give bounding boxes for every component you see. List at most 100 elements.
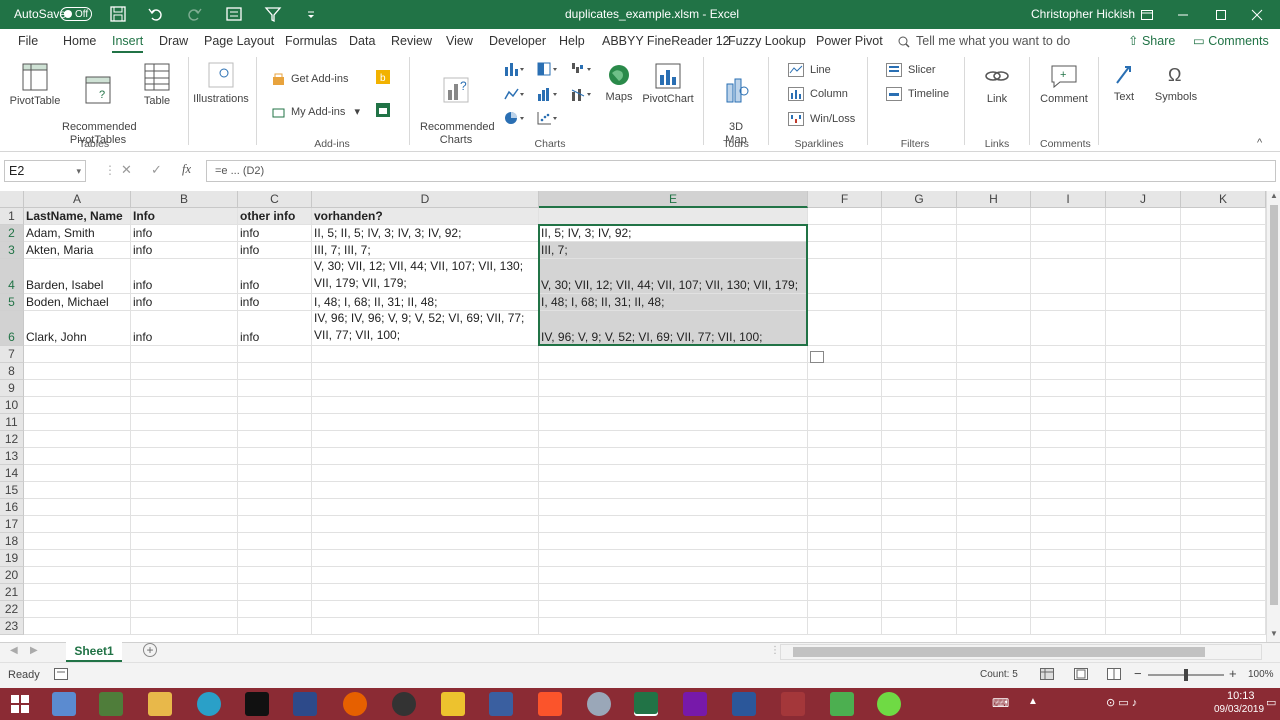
cell-e17[interactable] <box>539 516 808 533</box>
cell-f8[interactable] <box>808 363 882 380</box>
row-header-13[interactable]: 13 <box>0 448 24 465</box>
cell-b1[interactable]: Info <box>131 208 238 225</box>
row-header-3[interactable]: 3 <box>0 242 24 259</box>
cell-e11[interactable] <box>539 414 808 431</box>
cell-k4[interactable] <box>1181 259 1266 294</box>
cell-d6[interactable]: IV, 96; IV, 96; V, 9; V, 52; VI, 69; VII… <box>312 311 539 346</box>
row-header-17[interactable]: 17 <box>0 516 24 533</box>
cell-h1[interactable] <box>957 208 1031 225</box>
cell-c5[interactable]: info <box>238 294 312 311</box>
my-addins-button[interactable]: My Add-ins ▾ <box>272 103 360 121</box>
cell-b22[interactable] <box>131 601 238 618</box>
row-header-16[interactable]: 16 <box>0 499 24 516</box>
cell-h3[interactable] <box>957 242 1031 259</box>
cell-j18[interactable] <box>1106 533 1181 550</box>
undo-icon[interactable] <box>147 5 167 23</box>
save-icon[interactable] <box>109 5 129 23</box>
cell-i4[interactable] <box>1031 259 1106 294</box>
cell-c19[interactable] <box>238 550 312 567</box>
waterfall-chart-icon[interactable] <box>570 61 592 79</box>
cell-f13[interactable] <box>808 448 882 465</box>
cell-g10[interactable] <box>882 397 957 414</box>
worksheet-grid[interactable]: ABCDEFGHIJK 1 2 3 4 5 6 7 8 9 10 11 12 13 14 15 16 17 18 1… <box>0 191 1266 642</box>
cell-h16[interactable] <box>957 499 1031 516</box>
cell-i14[interactable] <box>1031 465 1106 482</box>
cell-a7[interactable] <box>24 346 131 363</box>
brave-icon[interactable] <box>538 692 562 716</box>
cell-d20[interactable] <box>312 567 539 584</box>
cell-i12[interactable] <box>1031 431 1106 448</box>
cell-j17[interactable] <box>1106 516 1181 533</box>
upwork-icon[interactable] <box>877 692 901 716</box>
cell-a4[interactable]: Barden, Isabel <box>24 259 131 294</box>
cell-i3[interactable] <box>1031 242 1106 259</box>
cell-k8[interactable] <box>1181 363 1266 380</box>
cell-i11[interactable] <box>1031 414 1106 431</box>
cell-e2[interactable]: II, 5; IV, 3; IV, 92; <box>539 225 808 242</box>
cell-h4[interactable] <box>957 259 1031 294</box>
cell-c6[interactable]: info <box>238 311 312 346</box>
cell-i13[interactable] <box>1031 448 1106 465</box>
column-header-b[interactable]: B <box>131 191 238 208</box>
cell-f14[interactable] <box>808 465 882 482</box>
hierarchy-chart-icon[interactable] <box>536 61 558 79</box>
cell-h18[interactable] <box>957 533 1031 550</box>
cell-b14[interactable] <box>131 465 238 482</box>
page-break-view-icon[interactable] <box>1107 668 1121 683</box>
cell-j13[interactable] <box>1106 448 1181 465</box>
column-header-k[interactable]: K <box>1181 191 1266 208</box>
row-header-19[interactable]: 19 <box>0 550 24 567</box>
cell-a19[interactable] <box>24 550 131 567</box>
column-header-j[interactable]: J <box>1106 191 1181 208</box>
cell-b17[interactable] <box>131 516 238 533</box>
cell-g18[interactable] <box>882 533 957 550</box>
cell-g2[interactable] <box>882 225 957 242</box>
select-all-corner[interactable] <box>0 191 24 208</box>
cell-e23[interactable] <box>539 618 808 635</box>
cell-d2[interactable]: II, 5; II, 5; IV, 3; IV, 3; IV, 92; <box>312 225 539 242</box>
text-button[interactable]: Text <box>1106 63 1142 104</box>
clock-time[interactable]: 10:13 <box>1227 690 1255 702</box>
cell-g9[interactable] <box>882 380 957 397</box>
firefox-icon[interactable] <box>343 692 367 716</box>
cell-k17[interactable] <box>1181 516 1266 533</box>
cell-c13[interactable] <box>238 448 312 465</box>
row-header-23[interactable]: 23 <box>0 618 24 635</box>
cell-h19[interactable] <box>957 550 1031 567</box>
cell-f18[interactable] <box>808 533 882 550</box>
cell-i17[interactable] <box>1031 516 1106 533</box>
quick-analysis-icon[interactable] <box>810 351 824 363</box>
cell-i6[interactable] <box>1031 311 1106 346</box>
slicer-button[interactable]: Slicer <box>886 61 936 79</box>
collapse-ribbon-icon[interactable]: ^ <box>1257 137 1262 149</box>
cell-e21[interactable] <box>539 584 808 601</box>
cell-j8[interactable] <box>1106 363 1181 380</box>
cell-b19[interactable] <box>131 550 238 567</box>
cell-c15[interactable] <box>238 482 312 499</box>
cell-c1[interactable]: other info <box>238 208 312 225</box>
cell-a10[interactable] <box>24 397 131 414</box>
tell-me-search[interactable]: Tell me what you want to do <box>916 29 1070 53</box>
scatter-chart-icon[interactable] <box>536 110 558 128</box>
form-icon[interactable] <box>225 5 245 23</box>
cell-c12[interactable] <box>238 431 312 448</box>
cell-c7[interactable] <box>238 346 312 363</box>
column-header-g[interactable]: G <box>882 191 957 208</box>
cell-e12[interactable] <box>539 431 808 448</box>
column-header-a[interactable]: A <box>24 191 131 208</box>
cell-j4[interactable] <box>1106 259 1181 294</box>
cell-f20[interactable] <box>808 567 882 584</box>
cell-j2[interactable] <box>1106 225 1181 242</box>
row-header-6[interactable]: 6 <box>0 311 24 346</box>
sparkline-column-button[interactable]: Column <box>788 85 848 103</box>
cell-d7[interactable] <box>312 346 539 363</box>
cell-c22[interactable] <box>238 601 312 618</box>
new-comment-button[interactable]: + Comment <box>1038 63 1090 106</box>
tab-data[interactable]: Data <box>349 29 375 53</box>
cell-a11[interactable] <box>24 414 131 431</box>
cell-a20[interactable] <box>24 567 131 584</box>
tab-developer[interactable]: Developer <box>489 29 546 53</box>
cell-k2[interactable] <box>1181 225 1266 242</box>
cell-i5[interactable] <box>1031 294 1106 311</box>
sparkline-winloss-button[interactable]: Win/Loss <box>788 110 855 128</box>
